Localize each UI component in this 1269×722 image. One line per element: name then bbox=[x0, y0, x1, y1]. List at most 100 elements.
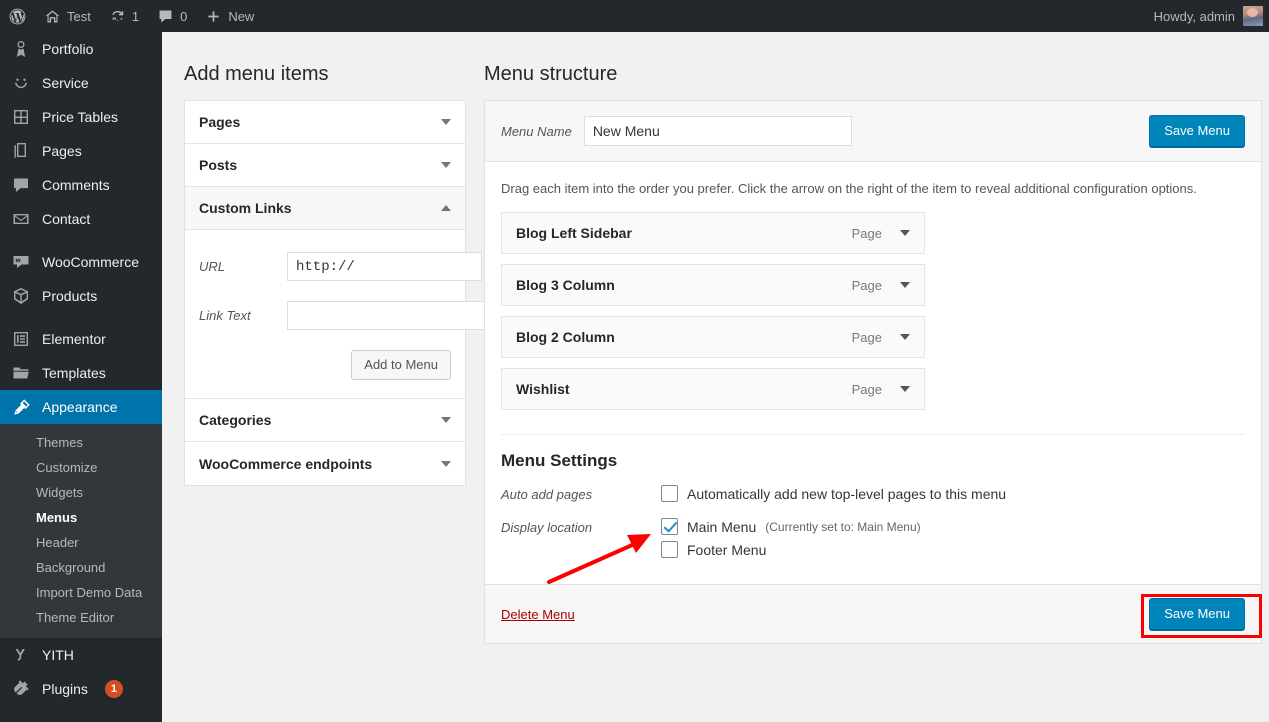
woo-icon bbox=[11, 252, 31, 272]
accordion-pages[interactable]: Pages bbox=[185, 101, 465, 144]
pages-icon bbox=[11, 141, 31, 161]
delete-menu-link[interactable]: Delete Menu bbox=[501, 607, 575, 622]
sidebar-item-label: Templates bbox=[42, 365, 106, 381]
plug-icon bbox=[11, 679, 31, 699]
sidebar-item-widgets[interactable]: Widgets bbox=[0, 480, 162, 505]
sidebar-item-pages[interactable]: Pages bbox=[0, 134, 162, 168]
menu-items-list: Blog Left Sidebar Page Blog 3 Column Pag… bbox=[501, 212, 1245, 434]
url-field-row: URL bbox=[199, 252, 451, 281]
menu-structure-column: Menu structure Menu Name Save Menu Drag … bbox=[484, 62, 1262, 644]
avatar bbox=[1243, 6, 1263, 26]
sidebar-separator bbox=[0, 236, 162, 245]
sidebar-item-yith[interactable]: YITH bbox=[0, 638, 162, 672]
menu-item-row[interactable]: Blog 3 Column Page bbox=[501, 264, 925, 306]
url-input[interactable] bbox=[287, 252, 482, 281]
accordion-woocommerce-endpoints[interactable]: WooCommerce endpoints bbox=[185, 442, 465, 485]
menu-item-type: Page bbox=[852, 330, 882, 345]
sidebar-item-label: Elementor bbox=[42, 331, 106, 347]
home-icon bbox=[44, 8, 61, 25]
smiley-icon bbox=[11, 73, 31, 93]
folder-icon bbox=[11, 363, 31, 383]
box-icon bbox=[11, 286, 31, 306]
updates-count: 1 bbox=[132, 9, 139, 24]
main-content: Add menu items Pages Posts Custom Links bbox=[162, 32, 1269, 722]
sidebar-item-appearance[interactable]: Appearance bbox=[0, 390, 162, 424]
chevron-down-icon[interactable] bbox=[900, 334, 910, 340]
chevron-up-icon bbox=[441, 205, 451, 211]
auto-add-pages-text: Automatically add new top-level pages to… bbox=[687, 486, 1006, 502]
menu-item-row[interactable]: Blog 2 Column Page bbox=[501, 316, 925, 358]
new-content-menu[interactable]: New bbox=[196, 0, 263, 32]
comment-icon bbox=[11, 175, 31, 195]
updates-menu[interactable]: 1 bbox=[100, 0, 148, 32]
footer-menu-checkbox[interactable] bbox=[661, 541, 678, 558]
chevron-down-icon bbox=[441, 162, 451, 168]
save-menu-button-top[interactable]: Save Menu bbox=[1149, 115, 1245, 147]
chevron-down-icon[interactable] bbox=[900, 282, 910, 288]
sidebar-item-service[interactable]: Service bbox=[0, 66, 162, 100]
sidebar-item-label: Plugins bbox=[42, 681, 88, 697]
howdy-label: Howdy, admin bbox=[1154, 9, 1235, 24]
link-text-label: Link Text bbox=[199, 308, 287, 323]
auto-add-pages-row: Auto add pages Automatically add new top… bbox=[501, 485, 1245, 508]
plus-icon bbox=[205, 8, 222, 25]
wordpress-admin-screen: Test 1 0 New Howdy, admin bbox=[0, 0, 1269, 722]
menu-item-title: Wishlist bbox=[516, 381, 852, 397]
auto-add-pages-checkbox[interactable] bbox=[661, 485, 678, 502]
accordion-posts-label: Posts bbox=[199, 157, 237, 173]
menu-item-title: Blog Left Sidebar bbox=[516, 225, 852, 241]
admin-bar: Test 1 0 New Howdy, admin bbox=[0, 0, 1269, 32]
sidebar-item-elementor[interactable]: Elementor bbox=[0, 322, 162, 356]
sidebar-item-portfolio[interactable]: Portfolio bbox=[0, 32, 162, 66]
auto-add-pages-check-line[interactable]: Automatically add new top-level pages to… bbox=[661, 485, 1006, 502]
sidebar-item-plugins[interactable]: Plugins 1 bbox=[0, 672, 162, 706]
sidebar-item-templates[interactable]: Templates bbox=[0, 356, 162, 390]
location-footer-menu-line[interactable]: Footer Menu bbox=[661, 541, 921, 558]
sidebar-item-header[interactable]: Header bbox=[0, 530, 162, 555]
sidebar-item-price-tables[interactable]: Price Tables bbox=[0, 100, 162, 134]
sidebar-item-themes[interactable]: Themes bbox=[0, 430, 162, 455]
sidebar-item-comments[interactable]: Comments bbox=[0, 168, 162, 202]
menu-item-row[interactable]: Wishlist Page bbox=[501, 368, 925, 410]
link-text-input[interactable] bbox=[287, 301, 486, 330]
sidebar-item-label: Appearance bbox=[42, 399, 118, 415]
sidebar-item-label: Pages bbox=[42, 143, 82, 159]
accordion-posts[interactable]: Posts bbox=[185, 144, 465, 187]
display-location-row: Display location Main Menu (Currently se… bbox=[501, 518, 1245, 564]
sidebar-item-import-demo-data[interactable]: Import Demo Data bbox=[0, 580, 162, 605]
add-to-menu-button[interactable]: Add to Menu bbox=[351, 350, 451, 380]
main-menu-checkbox[interactable] bbox=[661, 518, 678, 535]
my-account-menu[interactable]: Howdy, admin bbox=[1154, 6, 1269, 26]
accordion-categories[interactable]: Categories bbox=[185, 399, 465, 442]
accordion-custom-links[interactable]: Custom Links bbox=[185, 187, 465, 230]
site-name-label: Test bbox=[67, 9, 91, 24]
save-menu-button-bottom[interactable]: Save Menu bbox=[1149, 598, 1245, 630]
sidebar-item-woocommerce[interactable]: WooCommerce bbox=[0, 245, 162, 279]
elementor-icon bbox=[11, 329, 31, 349]
menu-item-type: Page bbox=[852, 382, 882, 397]
comments-menu[interactable]: 0 bbox=[148, 0, 196, 32]
location-main-menu-line[interactable]: Main Menu (Currently set to: Main Menu) bbox=[661, 518, 921, 535]
sidebar-item-customize[interactable]: Customize bbox=[0, 455, 162, 480]
sidebar-item-products[interactable]: Products bbox=[0, 279, 162, 313]
wordpress-logo-menu[interactable] bbox=[0, 0, 35, 32]
envelope-icon bbox=[11, 209, 31, 229]
custom-links-panel: URL Link Text Add to Menu bbox=[185, 230, 465, 399]
site-name-menu[interactable]: Test bbox=[35, 0, 100, 32]
menu-name-input[interactable] bbox=[584, 116, 852, 146]
footer-menu-label: Footer Menu bbox=[687, 542, 766, 558]
sidebar-item-menus[interactable]: Menus bbox=[0, 505, 162, 530]
sidebar-item-label: WooCommerce bbox=[42, 254, 139, 270]
chevron-down-icon[interactable] bbox=[900, 230, 910, 236]
chevron-down-icon[interactable] bbox=[900, 386, 910, 392]
menu-item-type: Page bbox=[852, 226, 882, 241]
sidebar-item-theme-editor[interactable]: Theme Editor bbox=[0, 605, 162, 630]
menu-item-row[interactable]: Blog Left Sidebar Page bbox=[501, 212, 925, 254]
sidebar-item-label: Portfolio bbox=[42, 41, 93, 57]
sidebar-item-label: Products bbox=[42, 288, 97, 304]
admin-sidebar-menu: Portfolio Service Price Tables Pages Com… bbox=[0, 32, 162, 722]
sidebar-item-background[interactable]: Background bbox=[0, 555, 162, 580]
sidebar-item-contact[interactable]: Contact bbox=[0, 202, 162, 236]
wordpress-icon bbox=[8, 7, 27, 26]
accordion-custom-links-label: Custom Links bbox=[199, 200, 292, 216]
